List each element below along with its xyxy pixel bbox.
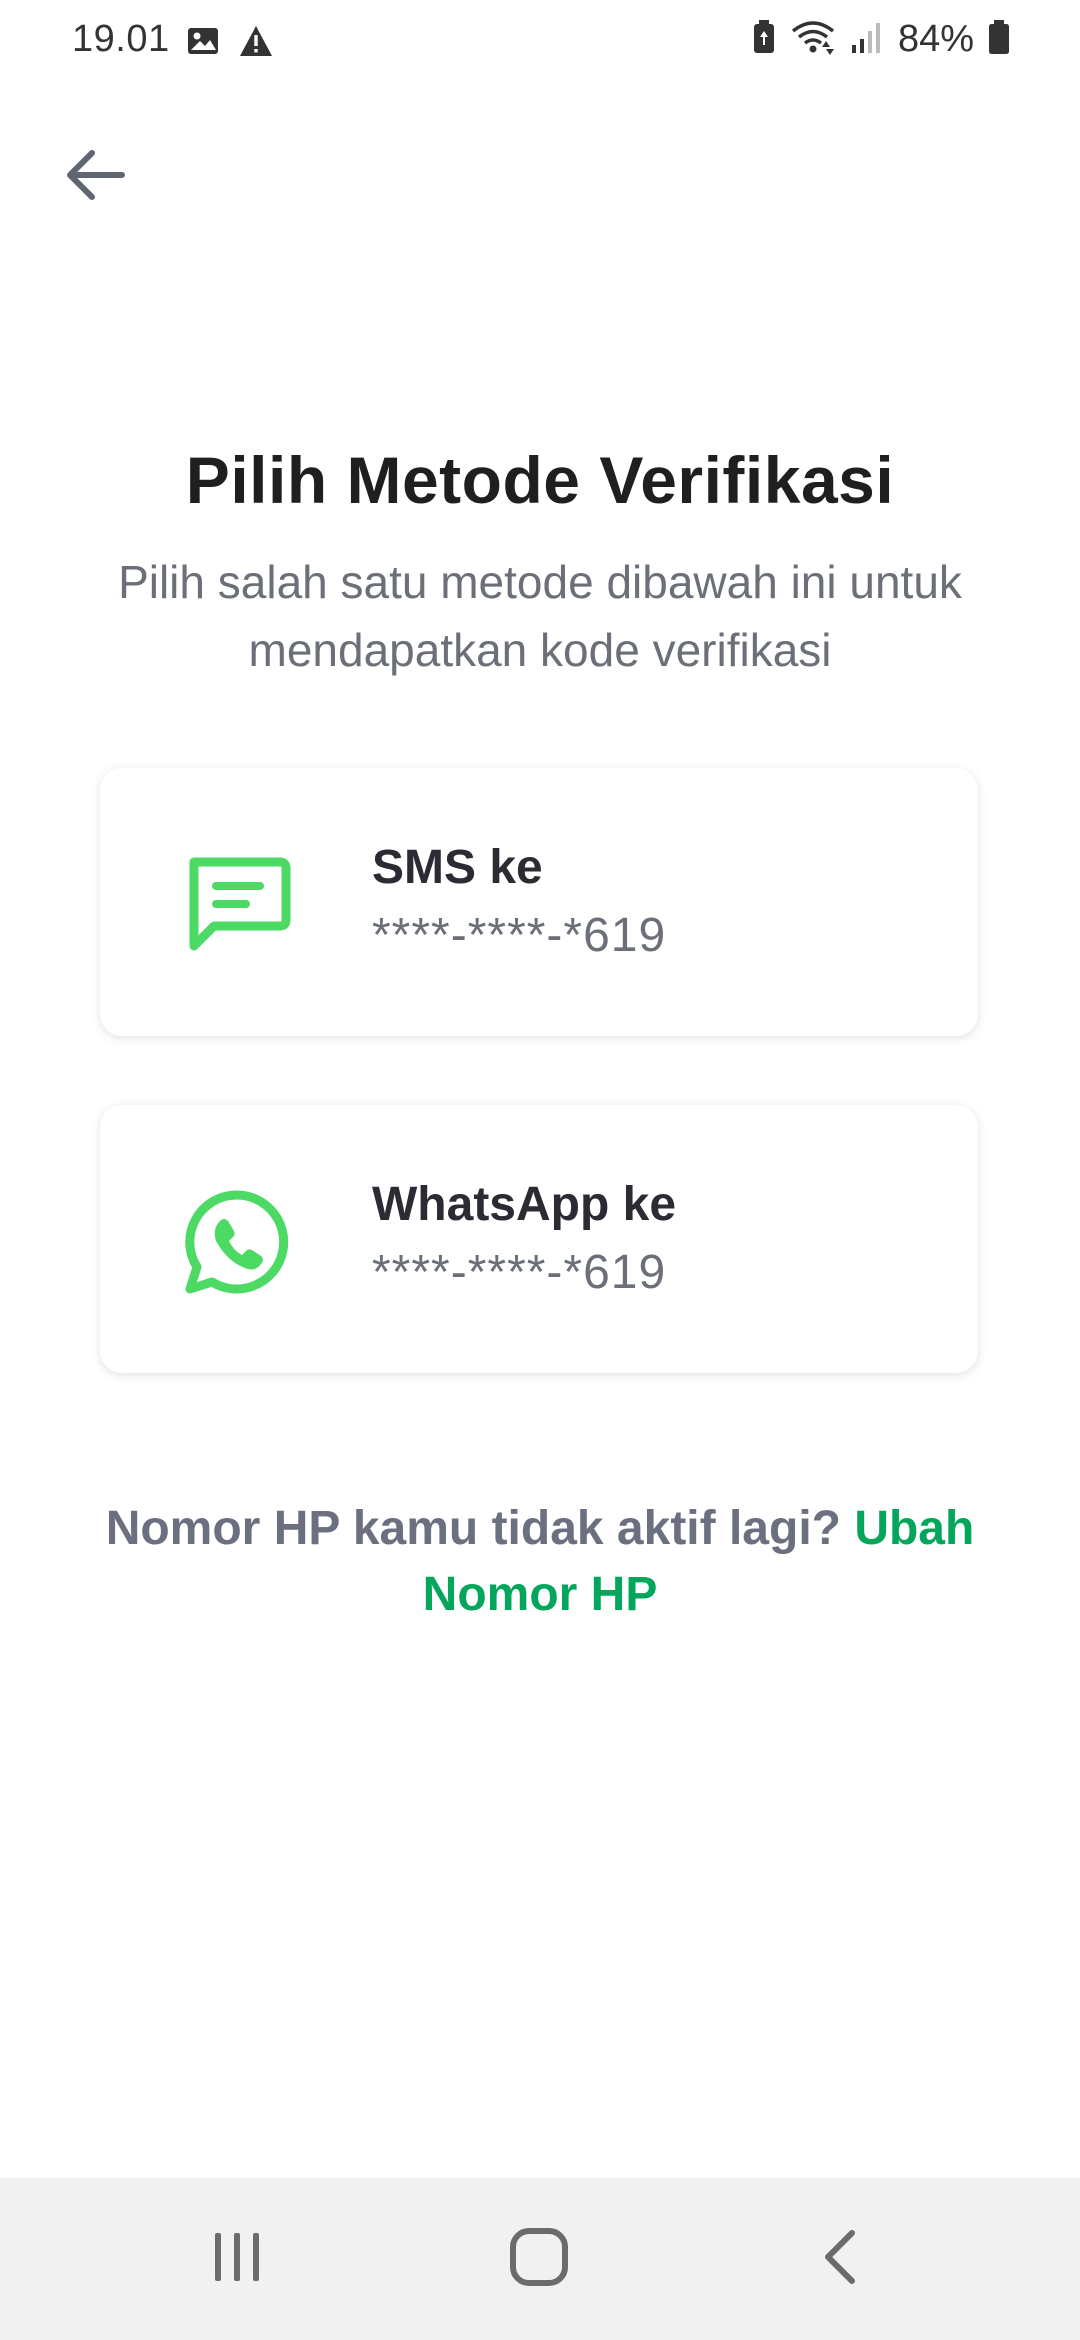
signal-icon: [850, 19, 884, 60]
sms-option-title: SMS ke: [372, 841, 543, 894]
nav-back-button[interactable]: [786, 2214, 896, 2304]
battery-saver-icon: [752, 19, 776, 60]
chat-message-icon: [182, 850, 292, 960]
whatsapp-option-card[interactable]: WhatsApp ke ****-****-*619: [100, 1105, 978, 1373]
whatsapp-option-number: ****-****-*619: [372, 1246, 667, 1299]
page-title: Pilih Metode Verifikasi: [185, 443, 895, 517]
status-bar: 19.01 84%: [0, 0, 1080, 84]
change-number-text: Nomor HP kamu tidak aktif lagi? Ubah Nom…: [60, 1496, 1020, 1628]
sms-option-number: ****-****-*619: [372, 909, 667, 962]
back-icon: [816, 2227, 866, 2292]
sms-option-card[interactable]: SMS ke ****-****-*619: [100, 768, 978, 1036]
recents-icon: [207, 2227, 267, 2292]
home-icon: [507, 2225, 571, 2294]
battery-icon: [988, 19, 1010, 60]
status-time: 19.01: [72, 18, 170, 60]
whatsapp-option-title: WhatsApp ke: [372, 1178, 677, 1231]
home-button[interactable]: [484, 2214, 594, 2304]
verification-method-screen: 19.01 84% Pilih Metode Verifikasi Pilih …: [0, 0, 1080, 2340]
page-subtitle: Pilih salah satu metode dibawah ini untu…: [118, 556, 962, 676]
system-nav-bar: [0, 2178, 1080, 2340]
back-button[interactable]: [50, 132, 140, 222]
status-left-icons: [186, 24, 274, 63]
wifi-icon: [790, 19, 836, 60]
image-icon: [186, 24, 220, 63]
battery-percent: 84%: [897, 18, 974, 60]
alert-icon: [238, 24, 274, 63]
change-number-prompt: Nomor HP kamu tidak aktif lagi?: [105, 1502, 841, 1555]
arrow-left-icon: [62, 145, 128, 210]
whatsapp-icon: [182, 1187, 292, 1297]
status-right: 84%: [752, 18, 1010, 61]
recents-button[interactable]: [182, 2214, 292, 2304]
